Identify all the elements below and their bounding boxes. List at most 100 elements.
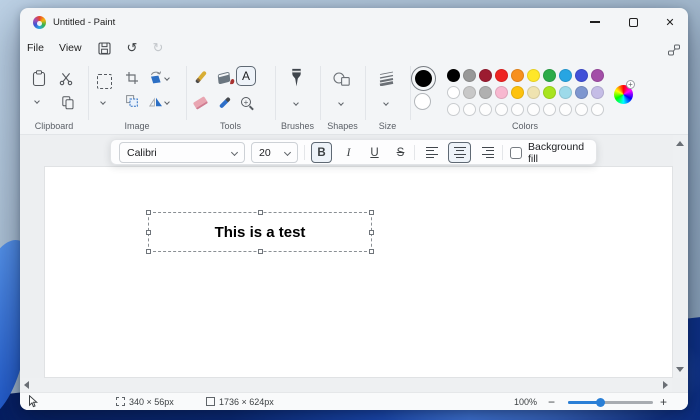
palette-color-swatch[interactable] (527, 69, 540, 82)
drawing-canvas[interactable]: This is a test (45, 167, 672, 377)
italic-button[interactable]: I (338, 142, 359, 163)
zoom-slider-thumb[interactable] (596, 398, 605, 407)
maximize-button[interactable] (614, 8, 652, 36)
resize-handle-w[interactable] (146, 230, 151, 235)
menu-file[interactable]: File (21, 40, 50, 56)
background-fill-checkbox[interactable] (510, 142, 522, 163)
eraser-tool-button[interactable] (192, 96, 209, 110)
vertical-scrollbar[interactable] (673, 135, 688, 378)
canvas-text[interactable]: This is a test (215, 224, 306, 241)
underline-button[interactable]: U (364, 142, 385, 163)
palette-color-swatch[interactable] (511, 69, 524, 82)
palette-empty-slot[interactable] (575, 103, 588, 116)
palette-color-swatch[interactable] (543, 86, 556, 99)
rotate-button[interactable] (149, 71, 163, 84)
color-picker-button[interactable] (218, 94, 232, 110)
text-tool-button[interactable]: A (236, 66, 256, 86)
magnifier-tool-button[interactable]: + (239, 95, 253, 109)
palette-color-swatch[interactable] (559, 69, 572, 82)
font-family-select[interactable]: Calibri (119, 142, 245, 163)
select-tool-button[interactable] (97, 74, 112, 89)
menu-view[interactable]: View (53, 40, 88, 56)
redo-button[interactable]: ↻ (148, 39, 168, 57)
zoom-out-button[interactable]: − (548, 393, 555, 410)
font-family-value: Calibri (127, 147, 157, 159)
rotate-dropdown-chevron[interactable] (165, 76, 169, 80)
palette-empty-slot[interactable] (463, 103, 476, 116)
minimize-button[interactable] (576, 8, 614, 36)
palette-color-swatch[interactable] (463, 86, 476, 99)
scroll-left-icon[interactable] (24, 381, 29, 389)
paste-button[interactable] (32, 70, 46, 87)
palette-color-swatch[interactable] (447, 86, 460, 99)
resize-handle-n[interactable] (258, 210, 263, 215)
size-dropdown-chevron[interactable] (384, 101, 388, 105)
settings-button[interactable] (664, 41, 684, 59)
close-button[interactable]: ✕ (652, 8, 688, 36)
shapes-dropdown-chevron[interactable] (339, 101, 343, 105)
palette-row-1 (447, 69, 604, 82)
palette-color-swatch[interactable] (543, 69, 556, 82)
palette-color-swatch[interactable] (575, 69, 588, 82)
resize-handle-sw[interactable] (146, 249, 151, 254)
flip-button[interactable] (149, 97, 163, 107)
palette-color-swatch[interactable] (479, 86, 492, 99)
scroll-down-icon[interactable] (676, 367, 684, 372)
palette-color-swatch[interactable] (559, 86, 572, 99)
strikethrough-button[interactable]: S (390, 142, 411, 163)
palette-empty-slot[interactable] (495, 103, 508, 116)
cut-button[interactable] (59, 72, 73, 86)
palette-color-swatch[interactable] (591, 69, 604, 82)
brushes-button[interactable] (290, 68, 303, 87)
pencil-tool-button[interactable] (194, 69, 208, 85)
copy-button[interactable] (62, 96, 74, 110)
resize-handle-s[interactable] (258, 249, 263, 254)
palette-empty-slot[interactable] (559, 103, 572, 116)
palette-color-swatch[interactable] (463, 69, 476, 82)
align-left-button[interactable] (422, 142, 443, 163)
horizontal-scrollbar[interactable] (20, 378, 672, 392)
palette-empty-slot[interactable] (591, 103, 604, 116)
palette-empty-slot[interactable] (511, 103, 524, 116)
color2-swatch[interactable] (414, 93, 431, 110)
palette-color-swatch[interactable] (495, 86, 508, 99)
palette-color-swatch[interactable] (479, 69, 492, 82)
paste-dropdown-chevron[interactable] (35, 99, 39, 103)
palette-empty-slot[interactable] (543, 103, 556, 116)
resize-handle-nw[interactable] (146, 210, 151, 215)
palette-color-swatch[interactable] (575, 86, 588, 99)
eraser-icon (193, 96, 208, 110)
align-center-button[interactable] (448, 142, 471, 163)
zoom-slider[interactable] (568, 401, 653, 404)
zoom-in-button[interactable]: + (660, 393, 667, 410)
resize-handle-se[interactable] (369, 249, 374, 254)
palette-color-swatch[interactable] (447, 69, 460, 82)
select-dropdown-chevron[interactable] (101, 100, 105, 104)
resize-handle-e[interactable] (369, 230, 374, 235)
save-button[interactable] (94, 39, 114, 57)
text-selection-box[interactable]: This is a test (148, 212, 372, 252)
undo-button[interactable]: ↺ (122, 39, 142, 57)
palette-color-swatch[interactable] (527, 86, 540, 99)
crop-button[interactable] (126, 72, 138, 84)
bold-button[interactable]: B (311, 142, 332, 163)
shapes-button[interactable] (333, 72, 350, 86)
font-size-select[interactable]: 20 (251, 142, 298, 163)
resize-handle-ne[interactable] (369, 210, 374, 215)
palette-color-swatch[interactable] (511, 86, 524, 99)
title-bar[interactable]: Untitled - Paint ✕ (20, 8, 688, 36)
palette-color-swatch[interactable] (591, 86, 604, 99)
flip-dropdown-chevron[interactable] (165, 100, 169, 104)
size-button[interactable] (377, 71, 396, 86)
color1-swatch[interactable] (411, 66, 436, 91)
palette-empty-slot[interactable] (479, 103, 492, 116)
palette-color-swatch[interactable] (495, 69, 508, 82)
scroll-right-icon[interactable] (663, 381, 668, 389)
fill-tool-button[interactable] (216, 70, 232, 86)
scroll-up-icon[interactable] (676, 141, 684, 146)
align-right-button[interactable] (477, 142, 498, 163)
palette-empty-slot[interactable] (527, 103, 540, 116)
palette-empty-slot[interactable] (447, 103, 460, 116)
brushes-dropdown-chevron[interactable] (294, 101, 298, 105)
resize-button[interactable] (126, 95, 138, 107)
